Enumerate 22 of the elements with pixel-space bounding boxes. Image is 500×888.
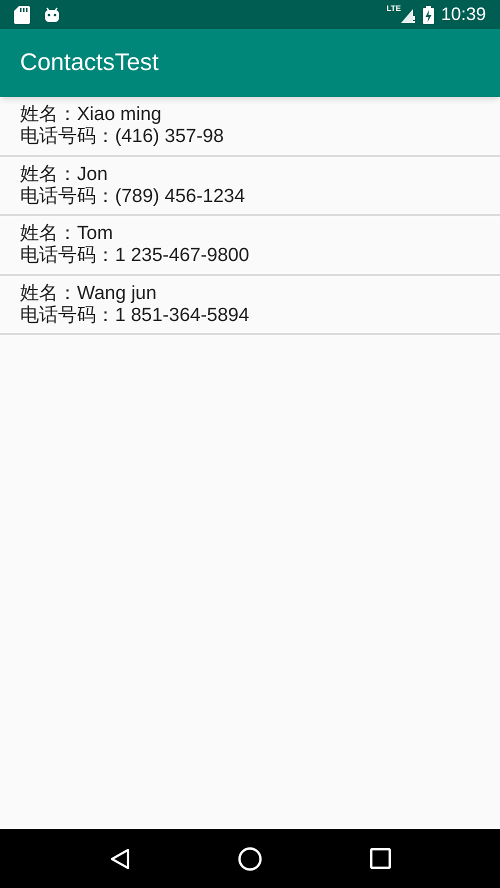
contact-item[interactable]: 姓名：Tom 电话号码：1 235-467-9800	[0, 216, 500, 276]
contact-phone: 电话号码：1 851-364-5894	[20, 304, 250, 326]
network-type-label: LTE	[386, 5, 401, 13]
contact-name: 姓名：Jon	[20, 164, 109, 186]
back-icon[interactable]	[110, 848, 130, 870]
contact-name: 姓名：Xiao ming	[20, 104, 162, 126]
contact-phone: 电话号码：(789) 456-1234	[20, 186, 246, 208]
signal-icon	[400, 6, 415, 22]
clock: 10:39	[440, 3, 486, 26]
android-robot-icon	[44, 6, 60, 23]
contact-item[interactable]: 姓名：Jon 电话号码：(789) 456-1234	[0, 156, 500, 216]
contact-name: 姓名：Tom	[20, 223, 114, 245]
contact-phone: 电话号码：(416) 357-98	[20, 126, 225, 148]
contact-phone: 电话号码：1 235-467-9800	[20, 245, 250, 267]
recent-apps-icon[interactable]	[370, 848, 390, 869]
home-icon[interactable]	[238, 846, 262, 870]
battery-charging-icon	[422, 6, 434, 24]
sd-card-icon	[14, 6, 30, 24]
contact-item[interactable]: 姓名：Xiao ming 电话号码：(416) 357-98	[0, 97, 500, 156]
contact-item[interactable]: 姓名：Wang jun 电话号码：1 851-364-5894	[0, 276, 500, 335]
contact-name: 姓名：Wang jun	[20, 282, 158, 304]
app-title: ContactsTest	[20, 48, 159, 78]
